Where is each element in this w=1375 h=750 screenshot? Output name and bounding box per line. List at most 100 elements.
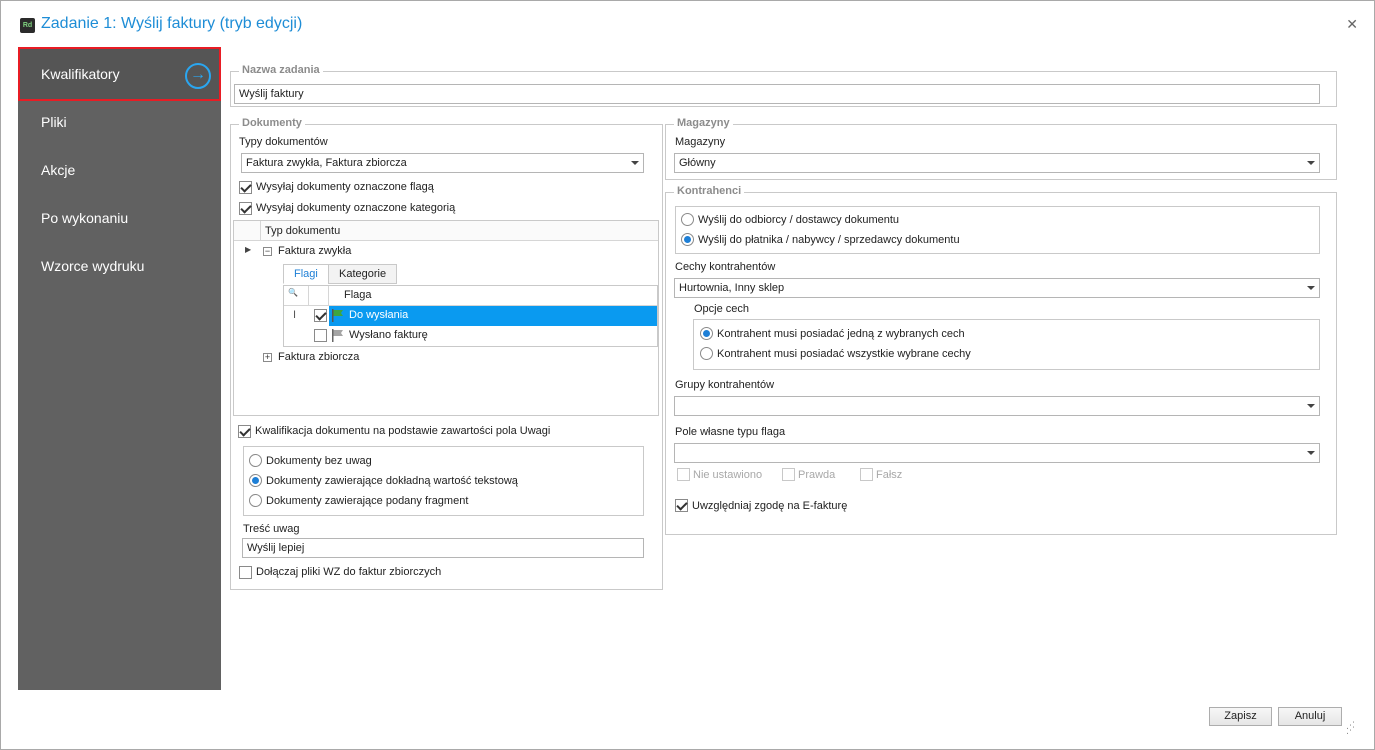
group-title: Nazwa zadania (239, 64, 323, 76)
row-checkbox[interactable] (314, 309, 327, 322)
sidebar-item-label: Po wykonaniu (41, 210, 129, 226)
group-title: Dokumenty (239, 117, 305, 129)
grid-header-row: 🔍 Flaga (284, 286, 657, 306)
flag-column-header[interactable]: Flaga (344, 289, 372, 301)
send-flagged-label: Wysyłaj dokumenty oznaczone flagą (256, 181, 434, 193)
features-options-box (693, 319, 1320, 370)
document-types-combo[interactable]: Faktura zwykła, Faktura zbiorcza (241, 153, 644, 173)
notes-option-radio-3[interactable] (249, 494, 262, 507)
custom-flag-combo[interactable] (674, 443, 1320, 463)
group-title: Magazyny (674, 117, 733, 129)
task-name-input[interactable]: Wyślij faktury (234, 84, 1320, 104)
table-row[interactable]: Wysłano fakturę (284, 326, 657, 346)
sidebar-item-label: Kwalifikatory (41, 66, 120, 82)
tree-node-faktura-zbiorcza[interactable]: Faktura zbiorcza (278, 351, 359, 363)
flag-true-checkbox[interactable] (782, 468, 795, 481)
tab-flagi[interactable]: Flagi (283, 264, 329, 284)
notes-option-label: Dokumenty bez uwag (266, 455, 372, 467)
notes-option-label: Dokumenty zawierające dokładną wartość t… (266, 475, 518, 487)
chevron-down-icon[interactable] (1307, 286, 1315, 290)
save-button[interactable]: Zapisz (1209, 707, 1272, 726)
features-any-radio[interactable] (700, 327, 713, 340)
sidebar-item-kwalifikatory[interactable]: Kwalifikatory → (18, 47, 221, 101)
warehouses-label: Magazyny (675, 136, 726, 148)
efaktura-label: Uwzględniaj zgodę na E-fakturę (692, 500, 848, 512)
cancel-button[interactable]: Anuluj (1278, 707, 1342, 726)
tree-node-faktura-zwykla[interactable]: Faktura zwykła (278, 245, 351, 257)
sidebar-item-po-wykonaniu[interactable]: Po wykonaniu (18, 194, 221, 242)
features-label: Cechy kontrahentów (675, 261, 776, 273)
send-to-receiver-radio[interactable] (681, 213, 694, 226)
chevron-down-icon[interactable] (1307, 451, 1315, 455)
flag-not-set-checkbox[interactable] (677, 468, 690, 481)
row-checkbox[interactable] (314, 329, 327, 342)
send-category-checkbox[interactable] (239, 202, 252, 215)
combo-value: Faktura zwykła, Faktura zbiorcza (246, 157, 407, 169)
features-all-radio[interactable] (700, 347, 713, 360)
send-flagged-checkbox[interactable] (239, 181, 252, 194)
combo-value: Główny (679, 157, 716, 169)
send-to-option-label: Wyślij do płatnika / nabywcy / sprzedawc… (698, 234, 960, 246)
attach-wz-label: Dołączaj pliki WZ do faktur zbiorczych (256, 566, 442, 578)
send-category-label: Wysyłaj dokumenty oznaczone kategorią (256, 202, 456, 214)
close-icon[interactable]: ✕ (1346, 16, 1358, 33)
row-caret-icon: I (293, 309, 297, 321)
row-label: Do wysłania (349, 309, 409, 321)
selected-cell[interactable]: Do wysłania (329, 306, 657, 326)
sidebar-item-pliki[interactable]: Pliki (18, 98, 221, 146)
notes-qualification-label: Kwalifikacja dokumentu na podstawie zawa… (255, 425, 551, 437)
group-title: Kontrahenci (674, 185, 745, 197)
flag-false-checkbox[interactable] (860, 468, 873, 481)
groups-label: Grupy kontrahentów (675, 379, 775, 391)
column-header[interactable]: Typ dokumentu (260, 221, 658, 241)
warehouses-combo[interactable]: Główny (674, 153, 1320, 173)
features-option-label: Kontrahent musi posiadać wszystkie wybra… (717, 348, 971, 360)
notes-content-input[interactable]: Wyślij lepiej (242, 538, 644, 558)
chevron-down-icon[interactable] (1307, 404, 1315, 408)
table-row[interactable]: I Do wysłania (284, 306, 657, 326)
flag-not-set-label: Nie ustawiono (693, 469, 763, 481)
expand-icon[interactable]: + (263, 353, 272, 362)
groups-combo[interactable] (674, 396, 1320, 416)
sidebar-item-wzorce-wydruku[interactable]: Wzorce wydruku (18, 242, 221, 290)
app-logo-icon: Rd (20, 18, 35, 33)
document-types-label: Typy dokumentów (239, 136, 328, 148)
row-label: Wysłano fakturę (349, 329, 428, 341)
features-combo[interactable]: Hurtownia, Inny sklep (674, 278, 1320, 298)
sidebar-item-label: Wzorce wydruku (41, 258, 145, 274)
collapse-icon[interactable]: − (263, 247, 272, 256)
tree-header: Typ dokumentu (234, 221, 658, 241)
chevron-down-icon[interactable] (1307, 161, 1315, 165)
column-divider (328, 286, 329, 306)
chevron-down-icon[interactable] (631, 161, 639, 165)
notes-content-label: Treść uwag (243, 523, 300, 535)
send-to-option-label: Wyślij do odbiorcy / dostawcy dokumentu (698, 214, 900, 226)
column-divider (308, 286, 309, 306)
sidebar: Kwalifikatory → Pliki Akcje Po wykonaniu… (18, 47, 221, 690)
gray-flag-icon (332, 329, 343, 342)
send-to-payer-radio[interactable] (681, 233, 694, 246)
notes-option-radio-1[interactable] (249, 454, 262, 467)
notes-option-radio-2[interactable] (249, 474, 262, 487)
window-title: Zadanie 1: Wyślij faktury (tryb edycji) (41, 15, 303, 32)
custom-flag-label: Pole własne typu flaga (675, 426, 786, 438)
row-indicator-icon: ▶ (245, 245, 252, 254)
flag-true-label: Prawda (798, 469, 836, 481)
sidebar-item-akcje[interactable]: Akcje (18, 146, 221, 194)
sidebar-item-label: Akcje (41, 162, 76, 178)
notes-option-label: Dokumenty zawierające podany fragment (266, 495, 469, 507)
flag-false-label: Fałsz (876, 469, 903, 481)
attach-wz-checkbox[interactable] (239, 566, 252, 579)
title-bar: Rd Zadanie 1: Wyślij faktury (tryb edycj… (1, 1, 1374, 47)
green-flag-icon (332, 309, 343, 322)
sidebar-item-label: Pliki (41, 114, 67, 130)
flags-grid: 🔍 Flaga I Do wysłania Wysłano fakturę (283, 285, 658, 347)
notes-qualification-checkbox[interactable] (238, 425, 251, 438)
arrow-right-circle-icon: → (185, 63, 211, 89)
features-option-label: Kontrahent musi posiadać jedną z wybrany… (717, 328, 965, 340)
search-icon[interactable]: 🔍 (288, 288, 298, 297)
tab-kategorie[interactable]: Kategorie (328, 264, 398, 284)
resize-grip-icon[interactable]: ⋰ ⋰ (1346, 721, 1356, 735)
combo-value: Hurtownia, Inny sklep (679, 282, 785, 294)
efaktura-checkbox[interactable] (675, 499, 688, 512)
